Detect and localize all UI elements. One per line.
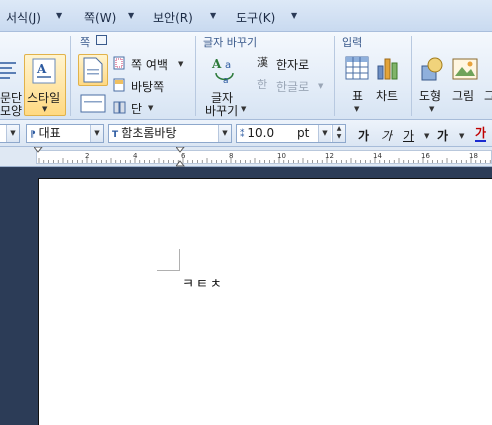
menu-tools-arrow-icon[interactable]: ▼	[291, 11, 297, 20]
hanja-icon[interactable]: 漢	[257, 54, 275, 70]
shape-icon[interactable]	[419, 56, 445, 82]
group-separator	[70, 36, 71, 116]
style-combo-icon: ⁋	[30, 130, 39, 140]
ruler-number: 18	[469, 152, 478, 160]
font-size-dropdown-icon[interactable]: ▼	[318, 125, 331, 142]
hangul-icon: 한	[257, 78, 267, 91]
margin-corner-horizontal	[157, 270, 180, 271]
font-size-unit: pt	[297, 126, 310, 140]
input-group-title: 입력	[342, 36, 363, 49]
ruler-number: 8	[229, 152, 233, 160]
group-separator	[411, 36, 412, 116]
horizontal-ruler[interactable]: 2 4 6 8 10 12 14 16 18	[0, 147, 492, 167]
paragraph-shape-icon[interactable]	[0, 58, 18, 84]
hanja-label[interactable]: 한자로	[276, 56, 309, 73]
style-caret-icon: ▼	[42, 105, 48, 113]
page-margin-caret-icon[interactable]: ▼	[178, 60, 183, 68]
column-icon[interactable]	[113, 101, 126, 114]
font-size-spin-icon[interactable]: ▲ ▼	[332, 125, 345, 142]
menu-bar: 서식(J) ▼ 쪽(W) ▼ 보안(R) ▼ 도구(K) ▼	[0, 0, 492, 32]
font-size-value: 10.0	[247, 126, 275, 140]
shape-caret-icon[interactable]: ▼	[429, 105, 434, 113]
font-combo-dropdown-icon[interactable]: ▼	[218, 125, 231, 142]
menu-format[interactable]: 서식(J)	[6, 9, 41, 26]
document-area[interactable]	[0, 168, 492, 425]
ruler-number: 16	[421, 152, 430, 160]
menu-tools[interactable]: 도구(K)	[236, 9, 275, 26]
group-separator	[334, 36, 335, 116]
partial-combo[interactable]: ▼	[0, 124, 20, 143]
font-size-combo[interactable]: ⁑ 10.0 pt ▼ ▲ ▼	[236, 124, 346, 143]
strikethrough-button[interactable]: 가	[437, 127, 448, 144]
table-icon[interactable]	[345, 56, 369, 80]
menu-page[interactable]: 쪽(W)	[84, 9, 116, 26]
font-combo[interactable]: T 함초롬바탕 ▼	[108, 124, 232, 143]
ruler-ticks: 2 4 6 8 10 12 14 16 18	[38, 152, 491, 163]
menu-page-arrow-icon[interactable]: ▼	[128, 11, 134, 20]
margin-corner-vertical	[179, 249, 180, 271]
style-combo-dropdown-icon[interactable]: ▼	[90, 125, 103, 142]
ribbon: 문단 모양 A 스타일 ▼ 쪽 쪽 여백 ▼ 바탕쪽 단 ▼ 글자 바꾸기 A …	[0, 32, 492, 120]
group-separator	[195, 36, 196, 116]
background-page-label[interactable]: 바탕쪽	[131, 78, 164, 95]
chart-icon[interactable]	[376, 56, 400, 80]
background-page-icon[interactable]	[113, 78, 126, 92]
font-color-button[interactable]: 가	[475, 127, 487, 142]
chart-label[interactable]: 차트	[376, 87, 398, 104]
picture-icon[interactable]	[452, 56, 478, 82]
font-type-icon: T	[112, 130, 122, 140]
style-label: 스타일	[27, 91, 61, 105]
ruler-strip: 2 4 6 8 10 12 14 16 18	[36, 150, 492, 164]
ruler-number: 4	[133, 152, 138, 160]
svg-text:a: a	[223, 76, 229, 84]
svg-text:漢: 漢	[257, 56, 268, 69]
underline-caret-icon[interactable]: ▼	[424, 132, 429, 140]
column-caret-icon[interactable]: ▼	[148, 104, 153, 112]
hangul-label: 한글로	[276, 80, 310, 94]
page-group-title: 쪽	[80, 36, 91, 49]
shape-label[interactable]: 도형	[419, 87, 441, 104]
style-combo-value: 대표	[38, 126, 61, 140]
left-indent-marker-icon[interactable]	[34, 147, 43, 153]
underline-button[interactable]: 가	[403, 127, 414, 144]
table-caret-icon[interactable]: ▼	[354, 105, 359, 113]
ruler-number: 2	[85, 152, 89, 160]
menu-security[interactable]: 보안(R)	[153, 9, 193, 26]
page-margin-icon[interactable]	[113, 56, 126, 70]
partial-combo-dropdown-icon[interactable]: ▼	[6, 125, 19, 142]
menu-security-arrow-icon[interactable]: ▼	[210, 11, 216, 20]
format-toolbar: ▼ ⁋ 대표 ▼ T 함초롬바탕 ▼ ⁑ 10.0 pt ▼ ▲ ▼ 가 가 가 …	[0, 120, 492, 147]
convert-caret-icon[interactable]: ▼	[241, 105, 246, 113]
first-line-indent-marker-icon[interactable]	[176, 147, 185, 167]
group-launcher-icon[interactable]	[96, 35, 107, 45]
convert-characters-icon[interactable]: A a a	[211, 54, 241, 84]
document-text[interactable]: ㅋㅌㅊ	[182, 273, 224, 292]
picture-label[interactable]: 그림	[452, 87, 474, 104]
svg-text:a: a	[225, 60, 231, 71]
page-icon	[83, 57, 103, 83]
column-label[interactable]: 단	[131, 100, 142, 117]
style-combo[interactable]: ⁋ 대표 ▼	[26, 124, 104, 143]
page-landscape-icon[interactable]	[80, 92, 106, 114]
svg-text:한: 한	[257, 78, 267, 91]
bold-button[interactable]: 가	[358, 127, 369, 144]
page-margin-label[interactable]: 쪽 여백	[131, 56, 168, 73]
ruler-number: 14	[373, 152, 382, 160]
menu-format-arrow-icon[interactable]: ▼	[56, 11, 62, 20]
convert-label-2[interactable]: 바꾸기	[205, 102, 238, 119]
font-combo-value: 함초롬바탕	[121, 126, 177, 140]
style-icon: A	[32, 58, 56, 84]
svg-text:A: A	[211, 57, 222, 71]
ruler-number: 12	[325, 152, 334, 160]
ruler-number: 10	[277, 152, 286, 160]
cut-off-label[interactable]: 그	[484, 87, 492, 104]
italic-button[interactable]: 가	[381, 127, 392, 144]
table-label[interactable]: 표	[352, 87, 363, 104]
hangul-caret-icon: ▼	[318, 82, 324, 90]
strikethrough-caret-icon[interactable]: ▼	[459, 132, 464, 140]
convert-group-title: 글자 바꾸기	[203, 36, 258, 49]
svg-text:A: A	[36, 62, 47, 76]
paragraph-shape-label-2: 모양	[0, 104, 23, 118]
document-page[interactable]	[38, 178, 492, 425]
